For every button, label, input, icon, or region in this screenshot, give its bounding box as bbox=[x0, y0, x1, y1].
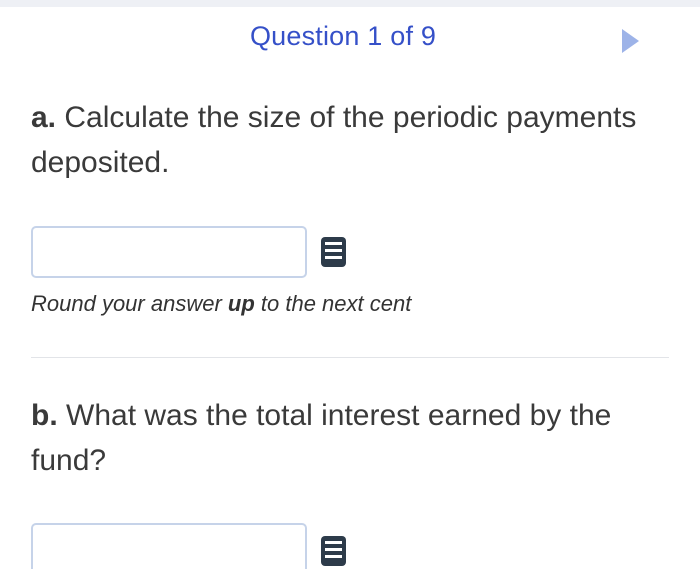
hint-text-before: Round your answer bbox=[31, 291, 228, 316]
hint-text-after: to the next cent bbox=[254, 291, 412, 316]
hint-emphasis: up bbox=[227, 291, 255, 316]
question-b-prompt: What was the total interest earned by th… bbox=[31, 399, 612, 477]
question-counter: Question 1 of 9 bbox=[249, 21, 437, 51]
section-divider bbox=[31, 357, 669, 358]
question-b-text: b. What was the total interest earned by… bbox=[31, 393, 671, 483]
rounding-hint: Round your answer up to the next cent bbox=[31, 291, 411, 317]
question-header: Question 1 of 9 bbox=[0, 7, 700, 67]
answer-b-input[interactable] bbox=[31, 523, 307, 575]
calculator-icon[interactable] bbox=[320, 535, 347, 567]
question-a-prompt: Calculate the size of the periodic payme… bbox=[31, 101, 637, 179]
page-bottom-edge bbox=[0, 569, 700, 584]
play-arrow-icon[interactable] bbox=[622, 29, 639, 53]
answer-a-input[interactable] bbox=[31, 226, 307, 278]
question-b-label: b. bbox=[31, 399, 58, 432]
calculator-icon[interactable] bbox=[320, 236, 347, 268]
question-a-text: a. Calculate the size of the periodic pa… bbox=[31, 95, 671, 185]
top-strip bbox=[0, 0, 700, 7]
question-a-label: a. bbox=[31, 101, 57, 134]
